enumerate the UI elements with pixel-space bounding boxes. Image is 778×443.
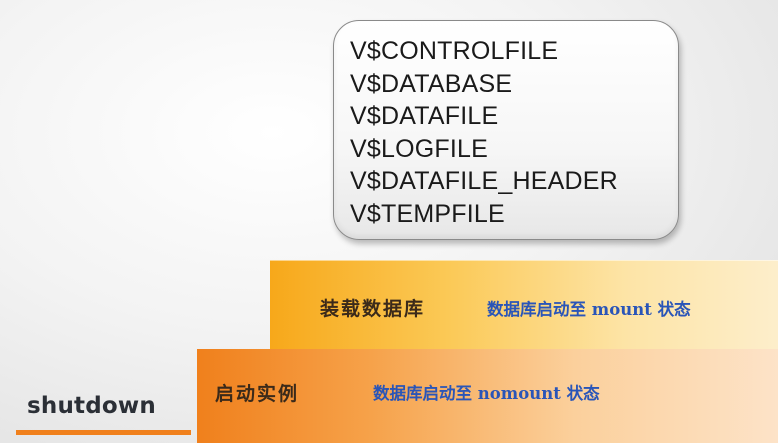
view-item-tempfile: V$TEMPFILE bbox=[350, 199, 505, 228]
nomount-stage-label: 启动实例 bbox=[215, 383, 300, 405]
dynamic-views-list: V$CONTROLFILE V$DATABASE V$DATAFILE V$LO… bbox=[350, 35, 678, 230]
nomount-step: 启动实例 数据库启动至 nomount 状态 bbox=[197, 349, 778, 443]
view-item-logfile: V$LOGFILE bbox=[350, 134, 488, 163]
view-item-controlfile: V$CONTROLFILE bbox=[350, 37, 559, 65]
shutdown-underline bbox=[16, 430, 191, 435]
nomount-stage-description: 数据库启动至 nomount 状态 bbox=[373, 384, 600, 403]
mount-step: 装载数据库 数据库启动至 mount 状态 bbox=[270, 260, 778, 352]
view-item-database: V$DATABASE bbox=[350, 69, 513, 98]
view-item-datafile-header: V$DATAFILE_HEADER bbox=[350, 167, 618, 195]
mount-stage-label: 装载数据库 bbox=[320, 298, 426, 320]
view-item-datafile: V$DATAFILE bbox=[350, 102, 499, 130]
dynamic-views-callout: V$CONTROLFILE V$DATABASE V$DATAFILE V$LO… bbox=[333, 20, 679, 240]
mount-stage-description: 数据库启动至 mount 状态 bbox=[487, 300, 691, 319]
shutdown-label: shutdown bbox=[27, 393, 156, 419]
